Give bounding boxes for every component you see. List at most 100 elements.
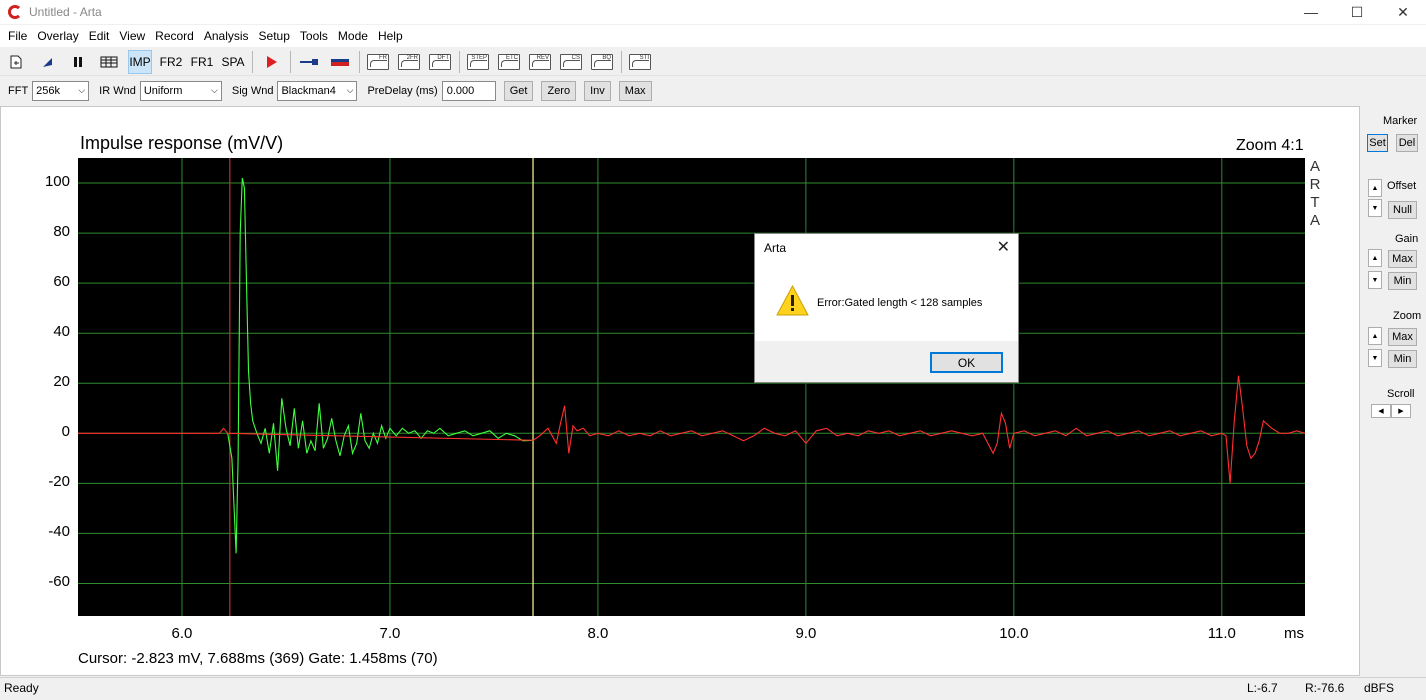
dft-chart-icon: DFT <box>429 53 451 70</box>
y-tick-label: -40 <box>48 523 70 541</box>
new-file-button[interactable] <box>4 50 28 74</box>
sig-wnd-select[interactable]: Blackman4 ⌵ <box>277 81 358 101</box>
offset-down-button[interactable]: ▼ <box>1368 199 1382 217</box>
gain-min-button[interactable]: Min <box>1388 272 1417 290</box>
offset-label: Offset <box>1387 180 1417 192</box>
menu-edit[interactable]: Edit <box>84 25 115 47</box>
table-view-button[interactable] <box>97 50 121 74</box>
pause-icon <box>74 56 82 67</box>
open-button[interactable] <box>35 50 59 74</box>
logo-letter: A <box>1309 212 1320 229</box>
minimize-button[interactable]: — <box>1288 0 1334 24</box>
zoom-down-button[interactable]: ▼ <box>1368 349 1382 367</box>
y-tick-label: -60 <box>48 573 70 591</box>
scroll-right-button[interactable]: ▶ <box>1391 404 1411 418</box>
step-chart-button[interactable]: STEP <box>466 50 490 74</box>
dialog-close-button[interactable]: ✕ <box>997 237 1010 257</box>
menu-tools[interactable]: Tools <box>295 25 333 47</box>
zoom-max-button[interactable]: Max <box>1388 328 1417 346</box>
sig-wnd-label: Sig Wnd <box>231 85 274 97</box>
rev-chart-button[interactable]: REV <box>528 50 552 74</box>
sti-button[interactable]: STI <box>628 50 652 74</box>
x-axis-unit: ms <box>1284 625 1304 642</box>
2fr-chart-button[interactable]: 2FR <box>397 50 421 74</box>
menu-bar: File Overlay Edit View Record Analysis S… <box>0 25 1426 47</box>
fft-select[interactable]: 256k ⌵ <box>32 81 90 101</box>
bq-chart-button[interactable]: BQ <box>590 50 614 74</box>
error-dialog: Arta ✕ Error:Gated length < 128 samples … <box>754 233 1019 383</box>
fft-value: 256k <box>36 85 61 97</box>
zoom-up-button[interactable]: ▲ <box>1368 327 1382 345</box>
gain-max-button[interactable]: Max <box>1388 250 1417 268</box>
impulse-chart[interactable] <box>78 158 1305 616</box>
offset-null-button[interactable]: Null <box>1388 201 1417 219</box>
menu-mode[interactable]: Mode <box>333 25 373 47</box>
status-bar: Ready L:-6.7 R:-76.6 dBFS <box>0 677 1426 700</box>
close-button[interactable]: ✕ <box>1380 0 1426 24</box>
pause-button[interactable] <box>66 50 90 74</box>
marker-del-button[interactable]: Del <box>1396 134 1418 152</box>
zero-button[interactable]: Zero <box>541 81 577 101</box>
2fr-chart-icon: 2FR <box>398 53 420 70</box>
toolbar-separator <box>621 50 622 73</box>
menu-analysis[interactable]: Analysis <box>199 25 254 47</box>
chevron-down-icon: ⌵ <box>346 85 354 95</box>
imp-mode-button[interactable]: IMP <box>128 49 152 74</box>
menu-view[interactable]: View <box>114 25 150 47</box>
warning-icon <box>776 285 809 316</box>
spa-mode-button[interactable]: SPA <box>221 50 245 74</box>
ir-wnd-label: IR Wnd <box>99 85 136 97</box>
cs-chart-icon: CS <box>560 53 582 70</box>
predelay-input[interactable]: 0.000 <box>441 81 496 101</box>
fr2-mode-button[interactable]: FR2 <box>159 50 183 74</box>
gated-impulse-series <box>227 177 534 554</box>
menu-setup[interactable]: Setup <box>254 25 295 47</box>
x-tick-label: 11.0 <box>1207 625 1236 642</box>
open-arrow-icon <box>43 57 52 67</box>
y-tick-label: 0 <box>61 423 70 441</box>
zoom-label: Zoom 4:1 <box>1236 137 1304 154</box>
scroll-left-button[interactable]: ◀ <box>1371 404 1391 418</box>
window-title: Untitled - Arta <box>29 5 102 19</box>
options-bar: FFT 256k ⌵ IR Wnd Uniform ⌵ Sig Wnd Blackm… <box>0 78 1426 104</box>
menu-file[interactable]: File <box>3 25 32 47</box>
zoom-label-side: Zoom <box>1393 310 1422 322</box>
fft-label: FFT <box>8 85 29 97</box>
generator-button[interactable] <box>297 50 321 74</box>
maximize-button[interactable]: ☐ <box>1334 0 1380 24</box>
rev-chart-icon: REV <box>529 53 551 70</box>
dialog-ok-button[interactable]: OK <box>930 352 1003 373</box>
marker-label: Marker <box>1383 115 1418 127</box>
marker-set-button[interactable]: Set <box>1367 134 1388 152</box>
etc-chart-button[interactable]: ETC <box>497 50 521 74</box>
zoom-min-button[interactable]: Min <box>1388 350 1417 368</box>
table-icon <box>100 56 118 67</box>
gain-up-button[interactable]: ▲ <box>1368 249 1382 267</box>
logo-letter: T <box>1310 194 1320 211</box>
y-tick-label: 40 <box>53 323 70 341</box>
y-tick-label: 60 <box>53 273 70 291</box>
get-button[interactable]: Get <box>503 81 534 101</box>
inv-button[interactable]: Inv <box>584 81 611 101</box>
offset-up-button[interactable]: ▲ <box>1368 179 1382 197</box>
fr-chart-button[interactable]: FR <box>366 50 390 74</box>
gain-down-button[interactable]: ▼ <box>1368 271 1382 289</box>
ungated-impulse-series <box>78 375 1305 484</box>
ir-wnd-select[interactable]: Uniform ⌵ <box>139 81 222 101</box>
impulse-plot-area[interactable] <box>78 158 1305 616</box>
dft-chart-button[interactable]: DFT <box>428 50 452 74</box>
menu-overlay[interactable]: Overlay <box>32 25 83 47</box>
fr1-mode-button[interactable]: FR1 <box>190 50 214 74</box>
menu-record[interactable]: Record <box>150 25 199 47</box>
menu-help[interactable]: Help <box>373 25 408 47</box>
max-button[interactable]: Max <box>618 81 652 101</box>
plot-title: Impulse response (mV/V) <box>80 133 284 153</box>
y-tick-label: 20 <box>53 373 70 391</box>
new-file-icon <box>10 55 22 68</box>
x-tick-label: 10.0 <box>999 625 1029 642</box>
cs-chart-button[interactable]: CS <box>559 50 583 74</box>
arta-logo: A R T A <box>1308 158 1322 230</box>
calibration-button[interactable] <box>328 50 352 74</box>
record-button[interactable] <box>259 50 283 74</box>
chevron-down-icon: ⌵ <box>211 85 218 95</box>
